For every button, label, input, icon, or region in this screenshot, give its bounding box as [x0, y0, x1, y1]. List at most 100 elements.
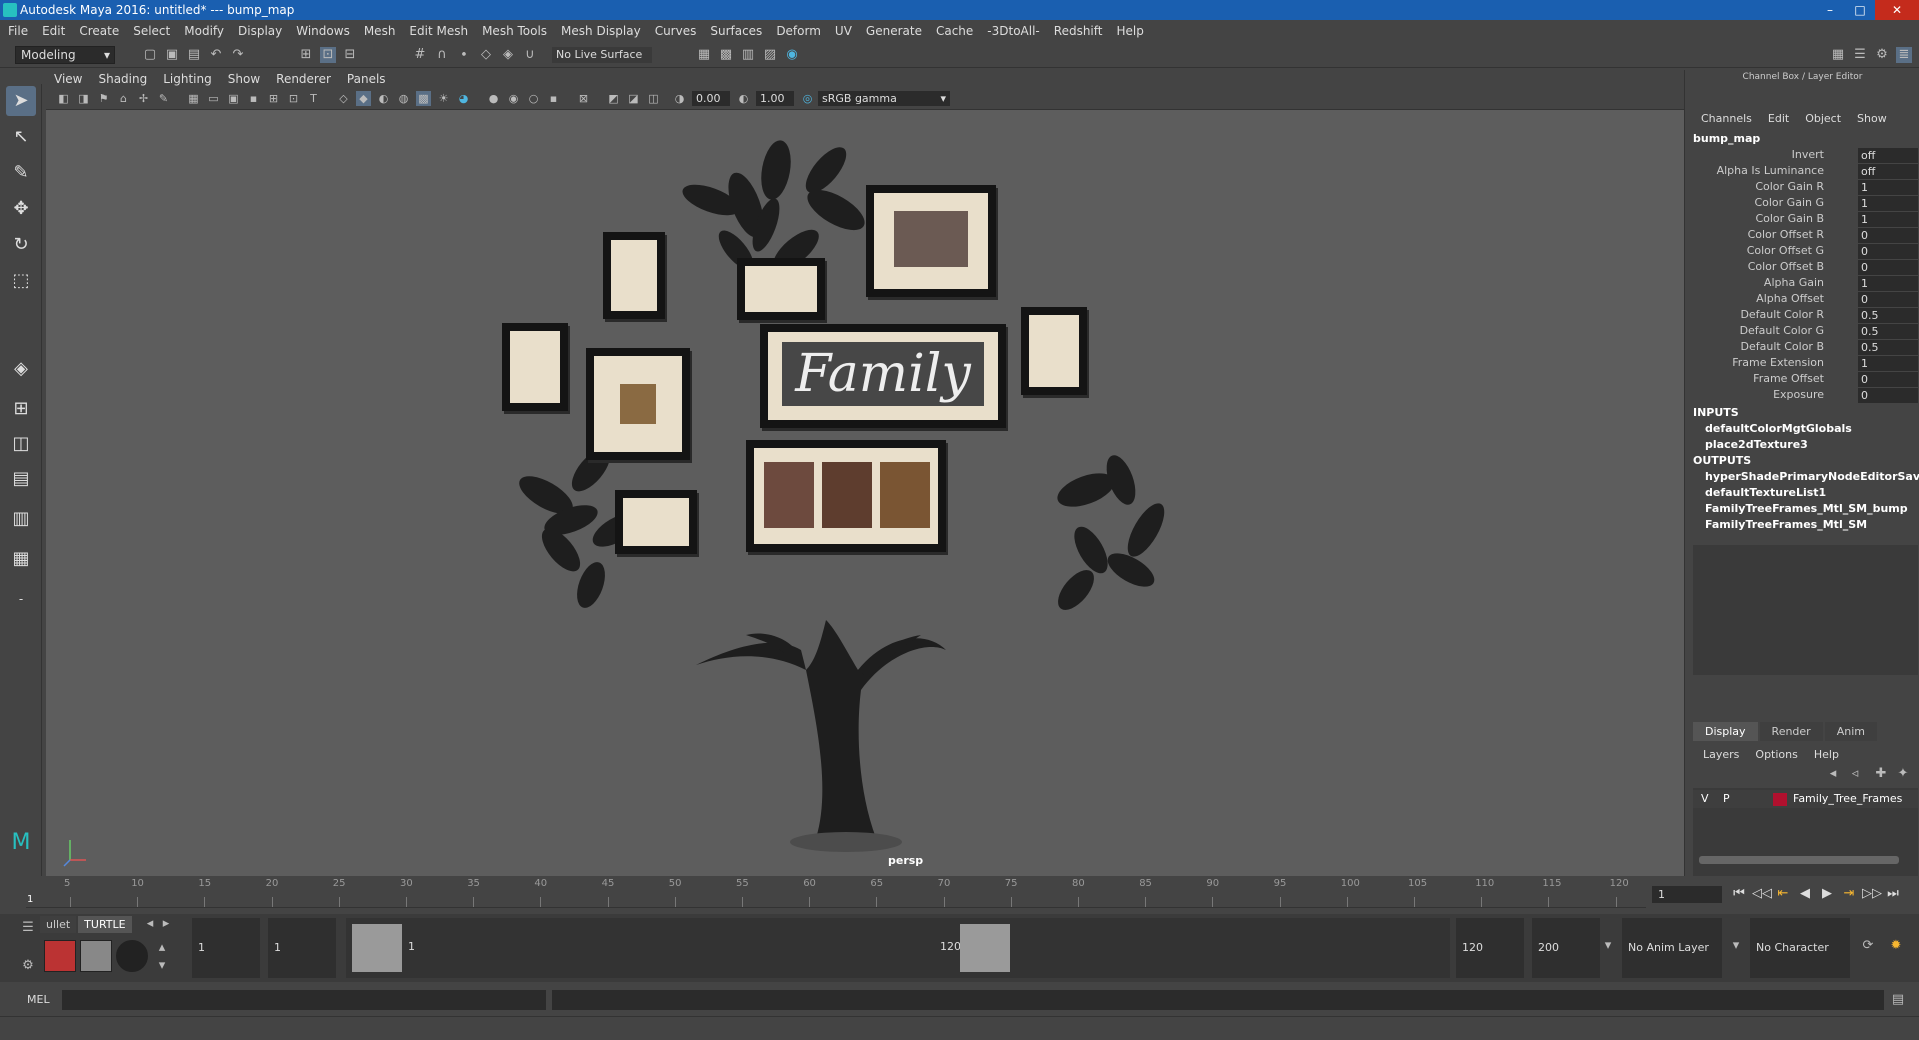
layer-row[interactable]: V P Family_Tree_Frames	[1693, 790, 1918, 808]
bookmark-icon[interactable]: ⚑	[96, 91, 111, 106]
frame-3[interactable]	[866, 185, 996, 297]
depth-of-field-icon[interactable]: ▪	[546, 91, 561, 106]
camera-attr-icon[interactable]: ◨	[76, 91, 91, 106]
turtle-render-icon[interactable]	[44, 940, 76, 972]
layer-scrollbar[interactable]	[1699, 856, 1899, 864]
persp-viewport[interactable]: Family persp	[46, 110, 1684, 876]
snap-curve-icon[interactable]: ∩	[434, 47, 450, 63]
menu-surfaces[interactable]: Surfaces	[710, 24, 762, 38]
menu-redshift[interactable]: Redshift	[1054, 24, 1103, 38]
vp-menu-panels[interactable]: Panels	[347, 72, 386, 86]
frame-6[interactable]	[1021, 307, 1087, 395]
mel-input[interactable]	[62, 990, 546, 1010]
collapse-icon[interactable]: -	[6, 584, 36, 614]
attr-row[interactable]: Color Gain B1	[1685, 212, 1919, 228]
cb-menu-channels[interactable]: Channels	[1701, 112, 1752, 125]
attr-row[interactable]: Alpha Gain 1	[1685, 276, 1919, 292]
tab-render[interactable]: Render	[1759, 722, 1823, 741]
ipr-render-icon[interactable]: ▥	[740, 47, 756, 63]
attr-row[interactable]: Default Color R 0.5	[1685, 308, 1919, 324]
output-node[interactable]: defaultTextureList1	[1705, 486, 1826, 499]
menu-generate[interactable]: Generate	[866, 24, 922, 38]
wireframe-on-shaded-icon[interactable]: ◍	[396, 91, 411, 106]
step-forward-frame-icon[interactable]: ⇥	[1840, 886, 1858, 902]
vp-menu-view[interactable]: View	[54, 72, 82, 86]
attr-row[interactable]: Color Offset G0	[1685, 244, 1919, 260]
turtle-ao-icon[interactable]	[116, 940, 148, 972]
time-ruler[interactable]: 1 5 10 15 20 25 30 35 40 45 50 55 60 65 70 75 80 85 90 95 1…	[26, 876, 1646, 908]
menu-3dtoall[interactable]: -3DtoAll-	[987, 24, 1039, 38]
attr-row[interactable]: Default Color G 0.5	[1685, 324, 1919, 340]
render-view-icon[interactable]: ▦	[696, 47, 712, 63]
select-tool-icon[interactable]: ➤	[6, 86, 36, 116]
resolution-gate-icon[interactable]: ▣	[226, 91, 241, 106]
cb-menu-edit[interactable]: Edit	[1768, 112, 1789, 125]
input-node[interactable]: place2dTexture3	[1705, 438, 1808, 451]
snap-view-icon[interactable]: ◇	[478, 47, 494, 63]
smooth-shade-icon[interactable]: ◆	[356, 91, 371, 106]
select-component-icon[interactable]: ⊟	[342, 47, 358, 63]
live-surface-field[interactable]: No Live Surface	[552, 47, 652, 63]
motion-blur-icon[interactable]: ◉	[506, 91, 521, 106]
2d-pan-icon[interactable]: ✢	[136, 91, 151, 106]
mel-label[interactable]: MEL	[27, 993, 50, 1006]
channel-box-icon[interactable]: ≣	[1896, 47, 1912, 63]
redo-icon[interactable]: ↷	[230, 47, 246, 63]
anim-prefs-icon[interactable]: ✹	[1888, 938, 1904, 954]
menu-select[interactable]: Select	[133, 24, 170, 38]
chevron-down-icon[interactable]: ▾	[1728, 938, 1744, 954]
menu-curves[interactable]: Curves	[655, 24, 697, 38]
attr-row[interactable]: Color Offset B0	[1685, 260, 1919, 276]
output-node[interactable]: FamilyTreeFrames_Mtl_SM_bump	[1705, 502, 1908, 515]
current-frame-field[interactable]: 1	[1652, 886, 1722, 903]
gamma-icon[interactable]: ◐	[736, 91, 751, 106]
menu-modify[interactable]: Modify	[184, 24, 224, 38]
minimize-button[interactable]: –	[1815, 0, 1845, 20]
anim-start-field[interactable]: 1	[268, 918, 336, 978]
attr-row[interactable]: Alpha Is Luminance off	[1685, 164, 1919, 180]
layout-single-icon[interactable]: ◈	[6, 354, 36, 384]
go-to-start-icon[interactable]: ⏮	[1730, 886, 1748, 902]
layout-hypershade-icon[interactable]: ▦	[6, 544, 36, 574]
output-node[interactable]: FamilyTreeFrames_Mtl_SM	[1705, 518, 1867, 531]
snap-grid-icon[interactable]: #	[412, 47, 428, 63]
film-gate-icon[interactable]: ▭	[206, 91, 221, 106]
input-node[interactable]: defaultColorMgtGlobals	[1705, 422, 1852, 435]
isolate-select-icon[interactable]: ⊠	[576, 91, 591, 106]
chevron-down-icon[interactable]: ▾	[1600, 938, 1616, 954]
turtle-bake-icon[interactable]	[80, 940, 112, 972]
layout-graph-icon[interactable]: ▥	[6, 504, 36, 534]
magnet-icon[interactable]: ∪	[522, 47, 538, 63]
tab-display[interactable]: Display	[1693, 722, 1758, 741]
anim-end-field[interactable]: 120	[1456, 918, 1524, 978]
range-end-handle[interactable]	[960, 924, 1010, 972]
vp-menu-renderer[interactable]: Renderer	[276, 72, 331, 86]
step-back-key-icon[interactable]: ◁◁	[1752, 886, 1772, 902]
shelf-menu-icon[interactable]: ☰	[20, 920, 36, 936]
cb-menu-object[interactable]: Object	[1805, 112, 1841, 125]
menu-edit-mesh[interactable]: Edit Mesh	[409, 24, 468, 38]
scene-end-field[interactable]: 200	[1532, 918, 1600, 978]
layout-four-icon[interactable]: ⊞	[6, 394, 36, 424]
attr-row[interactable]: Color Gain G1	[1685, 196, 1919, 212]
select-hierarchy-icon[interactable]: ⊞	[298, 47, 314, 63]
shadows-icon[interactable]: ◕	[456, 91, 471, 106]
attr-row[interactable]: Exposure 0	[1685, 388, 1919, 404]
tool-settings-icon[interactable]: ⚙	[1874, 47, 1890, 63]
shelf-tab-bullet[interactable]: ullet	[40, 916, 77, 933]
cb-menu-show[interactable]: Show	[1857, 112, 1887, 125]
camera-select-icon[interactable]: ◧	[56, 91, 71, 106]
snap-surface-icon[interactable]: ◈	[500, 47, 516, 63]
layer-menu-options[interactable]: Options	[1755, 748, 1797, 761]
exposure-field[interactable]: 0.00	[692, 91, 730, 106]
frame-5[interactable]	[586, 348, 690, 460]
menu-cache[interactable]: Cache	[936, 24, 973, 38]
new-layer-icon[interactable]: ✚	[1873, 766, 1889, 782]
shelf-down-icon[interactable]: ▾	[154, 958, 170, 974]
save-scene-icon[interactable]: ▤	[186, 47, 202, 63]
frame-triple[interactable]	[746, 440, 946, 552]
range-slider[interactable]: 1 120	[346, 918, 1450, 978]
undo-icon[interactable]: ↶	[208, 47, 224, 63]
vp-menu-shading[interactable]: Shading	[98, 72, 147, 86]
rotate-tool-icon[interactable]: ↻	[6, 230, 36, 260]
